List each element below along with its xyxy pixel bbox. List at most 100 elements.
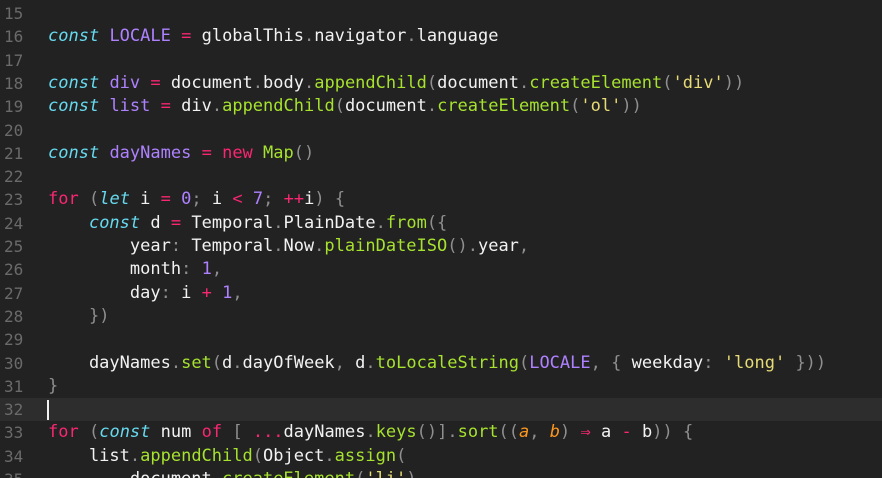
code-token: ,: [518, 236, 530, 256]
code-token: (: [355, 469, 365, 478]
code-line[interactable]: 19 const list = div.appendChild(document.…: [0, 95, 882, 118]
code-line[interactable]: 35 document.createElement('li'),: [0, 468, 882, 478]
code-token: num: [150, 422, 202, 443]
code-text: const LOCALE = globalThis.navigator.lang…: [48, 25, 498, 48]
code-text: const d = Temporal.PlainDate.from({: [48, 212, 447, 235]
code-token: ()].: [416, 422, 458, 443]
code-line[interactable]: 23 for (let i = 0; i < 7; ++i) {: [0, 188, 882, 211]
code-token: i: [201, 189, 233, 210]
code-token: const: [48, 72, 100, 93]
code-text: dayNames.set(d.dayOfWeek, d.toLocaleStri…: [48, 352, 826, 375]
code-token: const: [48, 142, 100, 163]
code-token: language: [416, 26, 499, 47]
code-token: ),: [406, 469, 426, 478]
code-token: ): [560, 422, 571, 443]
code-text: month: 1,: [48, 258, 222, 281]
code-token: .: [129, 445, 141, 466]
code-line[interactable]: 28 }): [0, 305, 882, 328]
code-token: .: [426, 96, 438, 117]
code-line[interactable]: 33 for (const num of [ ...dayNames.keys()…: [0, 421, 882, 444]
code-token: ,: [529, 422, 540, 443]
code-editor[interactable]: 15 16 const LOCALE = globalThis.navigator.…: [0, 0, 882, 478]
line-number: 26: [4, 260, 24, 280]
code-token: =: [150, 72, 161, 93]
line-number: 32: [4, 400, 24, 420]
code-line[interactable]: 29: [0, 328, 882, 351]
code-line[interactable]: 17: [0, 49, 882, 72]
line-number: 30: [4, 353, 24, 373]
code-line[interactable]: 16 const LOCALE = globalThis.navigator.la…: [0, 25, 882, 48]
code-token: div: [109, 72, 141, 93]
line-number: 23: [4, 190, 24, 210]
code-token: :: [160, 282, 171, 303]
code-token: list: [109, 96, 151, 117]
code-token: :: [703, 352, 714, 373]
code-token: +: [201, 282, 212, 303]
code-token: Now: [283, 236, 315, 256]
code-token: dayOfWeek: [242, 352, 335, 373]
code-line[interactable]: 34 list.appendChild(Object.assign(: [0, 445, 882, 468]
code-text: }): [48, 305, 109, 328]
line-number: 24: [4, 213, 24, 233]
code-line[interactable]: 27 day: i + 1,: [0, 282, 882, 305]
code-token: Temporal: [181, 212, 274, 233]
code-token: globalThis: [191, 26, 304, 47]
code-line[interactable]: 18 const div = document.body.appendChild(…: [0, 72, 882, 95]
code-line[interactable]: 15: [0, 2, 882, 25]
code-token: [: [232, 422, 243, 443]
code-line[interactable]: 32: [0, 398, 882, 422]
code-token: dayNames: [109, 142, 192, 163]
code-token: )): [723, 72, 745, 93]
line-number: 22: [4, 167, 24, 187]
code-line[interactable]: 22: [0, 165, 882, 188]
code-token: .: [375, 212, 386, 233]
code-token: dayNames: [283, 422, 366, 443]
code-token: month: [48, 259, 182, 280]
code-line[interactable]: 31}: [0, 375, 882, 398]
code-token: (: [518, 352, 530, 373]
code-line[interactable]: 25 year: Temporal.Now.plainDateISO().yea…: [0, 235, 882, 258]
code-token: new: [222, 142, 253, 163]
code-token: set: [181, 352, 212, 373]
code-line[interactable]: 30 dayNames.set(d.dayOfWeek, d.toLocaleS…: [0, 352, 882, 375]
code-text: for (const num of [ ...dayNames.keys()].…: [48, 421, 693, 444]
code-text: year: Temporal.Now.plainDateISO().year,: [48, 235, 529, 258]
code-token: {: [682, 422, 694, 443]
code-token: toLocaleString: [375, 352, 519, 373]
code-line[interactable]: 21 const dayNames = new Map(): [0, 142, 882, 165]
code-token: LOCALE: [109, 26, 171, 47]
code-token: -: [621, 422, 632, 443]
code-token: i: [304, 189, 315, 210]
code-token: .: [303, 26, 315, 47]
code-token: )): [652, 422, 673, 443]
code-token: {: [334, 189, 346, 210]
code-line[interactable]: 20: [0, 119, 882, 142]
code-token: document: [48, 469, 212, 478]
code-token: 7: [252, 189, 264, 210]
code-token: .: [170, 352, 182, 373]
code-token: .: [365, 422, 376, 443]
code-token: const: [48, 26, 100, 47]
code-token: ): [314, 189, 325, 210]
code-line[interactable]: 24 const d = Temporal.PlainDate.from({: [0, 212, 882, 235]
code-line[interactable]: 26 month: 1,: [0, 258, 882, 281]
code-token: createElement: [529, 72, 663, 93]
code-token: i: [129, 189, 161, 210]
code-token: sort: [457, 422, 499, 443]
code-token: ().: [447, 236, 478, 256]
line-number: 25: [4, 237, 24, 256]
code-text: day: i + 1,: [48, 282, 243, 305]
